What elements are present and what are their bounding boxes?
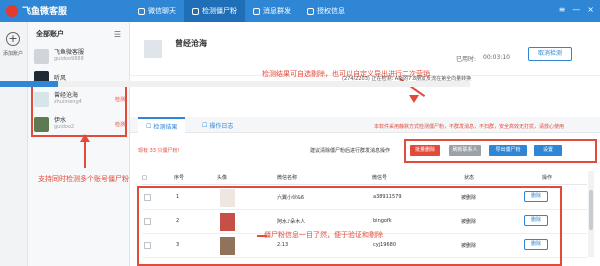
select-all-checkbox[interactable]: □ <box>142 175 160 181</box>
app-logo: 飞鱼微客服 <box>6 4 67 17</box>
cleanup-tip: 建议清除僵尸粉后进行群发消息操作 <box>310 148 391 154</box>
main-nav: 微信聊天 检测僵尸粉 消息群发 授权信息 <box>130 0 353 22</box>
chat-icon <box>138 7 145 15</box>
list-menu-icon[interactable]: ☰ <box>114 30 121 39</box>
tab-label: 检测僵尸粉 <box>202 7 237 15</box>
app-title: 飞鱼微客服 <box>22 7 68 17</box>
table-annotation: 僵尸粉信息一目了然，便于验证和剔除 <box>264 231 383 239</box>
tab-detect-zombie-fans[interactable]: 检测僵尸粉 <box>184 0 245 22</box>
account-name: 飞鱼微客服 <box>54 49 85 56</box>
add-account-button[interactable]: + <box>6 32 20 46</box>
tab-label: 微信聊天 <box>148 7 176 15</box>
tab-label: 消息群发 <box>263 7 291 15</box>
highlight-box <box>31 82 127 137</box>
tab-results[interactable]: ☐ 检测结果 <box>138 117 186 133</box>
settings-button[interactable]: 设置 <box>534 145 562 156</box>
cancel-detection-button[interactable]: 取消检测 <box>528 47 572 61</box>
account-id: guidoo9888 <box>54 56 84 62</box>
window-controls: ≡ — × <box>559 5 594 14</box>
header-avatar: 头像 <box>217 175 228 181</box>
scrollbar-thumb[interactable] <box>589 190 593 230</box>
account-annotation: 支持同时检测多个账号僵尸粉 <box>38 175 129 183</box>
header-no: 序号 <box>174 175 185 181</box>
detection-header: 曾经沧海 已用时: 00:03:10 取消检测 <box>130 22 600 76</box>
tab-operation-log[interactable]: ☐ 操作日志 <box>194 117 241 133</box>
message-icon <box>253 7 260 15</box>
tab-wechat-chat[interactable]: 微信聊天 <box>130 0 184 22</box>
found-count: 现有 33 只僵尸粉! <box>138 148 180 154</box>
tab-label: 检测结果 <box>153 123 178 131</box>
logo-mark-icon <box>6 4 18 17</box>
header-id: 微信号 <box>372 175 388 181</box>
batch-delete-button[interactable]: 批量删除 <box>410 145 440 156</box>
safety-tip: 本软件采用静默方式检测僵尸粉，不群发消息，不扫群，安全高效无打扰，请放心使用 <box>374 124 565 130</box>
table-header: □ 序号 头像 微信名称 微信号 状态 操作 <box>142 171 587 185</box>
export-zombie-fans-button[interactable]: 导出僵尸粉 <box>489 145 527 156</box>
header-name: 微信名称 <box>277 175 298 181</box>
header-operation: 操作 <box>542 175 553 181</box>
progress-fill <box>0 81 59 87</box>
time-label: 已用时: <box>456 56 477 63</box>
authorization-icon <box>307 7 314 15</box>
header-status: 状态 <box>464 175 475 181</box>
avatar <box>34 48 49 64</box>
annotation-arrowhead <box>409 95 419 103</box>
avatar <box>144 40 162 58</box>
results-tab-icon: ☐ <box>146 122 152 130</box>
left-rail: + 添加账户 <box>0 22 28 266</box>
tab-authorization-info[interactable]: 授权信息 <box>299 0 353 22</box>
menu-icon[interactable]: ≡ <box>559 5 566 14</box>
account-item[interactable]: 飞鱼微客服 guidoo9888 <box>34 46 128 66</box>
progress-bar <box>0 81 470 87</box>
add-account-label: 添加账户 <box>3 51 24 57</box>
account-list: 全部账户 ☰ 飞鱼微客服 guidoo9888 听风 曾经沧海 zhuimeng4 … <box>28 22 130 266</box>
minimize-icon[interactable]: — <box>572 5 580 14</box>
highlight-box <box>137 186 562 266</box>
annotation-arrowhead <box>80 134 90 142</box>
page-title: 曾经沧海 <box>175 39 207 48</box>
detect-icon <box>192 7 199 15</box>
log-tab-icon: ☐ <box>202 121 208 129</box>
accounts-title: 全部账户 <box>36 30 64 38</box>
top-bar: 飞鱼微客服 微信聊天 检测僵尸粉 消息群发 授权信息 ≡ — × <box>0 0 600 22</box>
tab-label: 授权信息 <box>317 7 345 15</box>
annotation-arrow <box>84 138 86 168</box>
tab-label: 操作日志 <box>209 122 234 130</box>
refresh-contacts-button[interactable]: 刷新联系人 <box>449 145 481 156</box>
elapsed-time: 00:03:10 <box>483 54 510 61</box>
tab-mass-message[interactable]: 消息群发 <box>245 0 299 22</box>
close-icon[interactable]: × <box>587 5 594 14</box>
